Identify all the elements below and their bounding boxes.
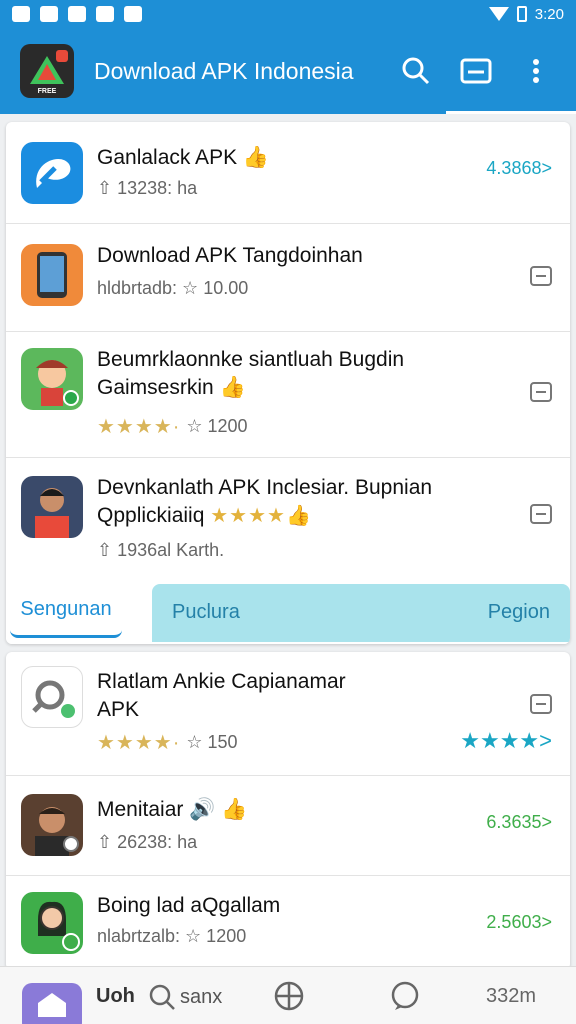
app-rating: 4.3868> xyxy=(486,158,552,178)
notification-icon xyxy=(96,6,114,22)
app-meta: ★★★★· ☆ 150 xyxy=(97,730,238,755)
app-rating: 6.3635> xyxy=(486,812,552,832)
app-subtitle: APK xyxy=(97,698,140,721)
status-time: 3:20 xyxy=(534,5,564,23)
home-button[interactable] xyxy=(22,983,82,1024)
status-bar: 3:20 xyxy=(0,0,576,28)
nav-item-label: sanx xyxy=(180,985,223,1008)
app-meta: ⇧ 26238: ha xyxy=(97,832,198,852)
details-button[interactable] xyxy=(530,382,552,402)
list-item[interactable]: Menitaiar 🔊 👍 ⇧ 26238: ha 6.3635> xyxy=(6,776,570,876)
app-meta: ⇧ 13238: ha xyxy=(97,178,198,198)
more-vert-icon xyxy=(533,59,539,83)
app-list-card: Ganlalack APK 👍 ⇧ 13238: ha 4.3868> Down… xyxy=(6,122,570,644)
app-icon xyxy=(21,892,83,954)
app-icon xyxy=(21,476,83,538)
app-meta: ⇧ 1936al Karth. xyxy=(97,540,225,560)
nav-item-chat[interactable] xyxy=(390,981,420,1011)
details-icon xyxy=(530,266,552,286)
app-icon xyxy=(21,142,83,204)
tab-sengunan[interactable]: Sengunan xyxy=(10,584,122,638)
rating-stars: ★★★★· xyxy=(97,416,181,438)
wifi-icon xyxy=(488,7,509,21)
search-button[interactable] xyxy=(396,51,436,91)
nav-item-search[interactable]: sanx xyxy=(148,983,222,1011)
details-button[interactable] xyxy=(530,266,552,286)
list-item[interactable]: Devnkanlath APK Inclesiar. Bupnian Qppli… xyxy=(6,458,570,580)
app-bar: FREE Download APK Indonesia xyxy=(0,28,576,114)
tab-puclura[interactable]: Puclura xyxy=(172,601,240,624)
app-logo[interactable]: FREE xyxy=(20,44,74,98)
tab-group[interactable]: Puclura Pegion xyxy=(152,584,570,642)
nav-item-explore[interactable] xyxy=(274,981,304,1011)
battery-icon xyxy=(516,6,527,22)
app-subtitle: Gaimsesrkin 👍 xyxy=(97,376,246,399)
app-title: Devnkanlath APK Inclesiar. Bupnian xyxy=(97,476,433,499)
details-icon xyxy=(530,504,552,524)
window-button[interactable] xyxy=(456,51,496,91)
app-title: Download APK Indonesia xyxy=(94,57,354,84)
tab-indicator xyxy=(446,111,576,114)
app-title: Boing lad aQgallam xyxy=(97,894,281,917)
rating-stars: ★★★★> xyxy=(460,728,552,753)
details-icon xyxy=(530,694,552,714)
app-icon xyxy=(21,794,83,856)
app-title: Ganlalack APK 👍 xyxy=(97,146,270,169)
app-rating: 2.5603> xyxy=(486,912,552,932)
app-title: Rlatlam Ankie Capianamar xyxy=(97,670,346,693)
details-button[interactable] xyxy=(530,504,552,524)
notification-icon xyxy=(12,6,30,22)
app-icon xyxy=(21,348,83,410)
notification-icon xyxy=(40,6,58,22)
nav-item-profile[interactable]: 332m xyxy=(486,985,536,1008)
list-item[interactable]: Ganlalack APK 👍 ⇧ 13238: ha 4.3868> xyxy=(6,122,570,224)
search-icon xyxy=(149,984,175,1010)
app-meta: ★★★★· ☆ 1200 xyxy=(97,414,248,439)
list-item[interactable]: Rlatlam Ankie Capianamar APK ★★★★· ☆ 150… xyxy=(6,652,570,776)
list-item[interactable]: Download APK Tangdoinhan hldbrtadb: ☆ 10… xyxy=(6,224,570,332)
rating-stars: ★★★★· xyxy=(97,732,181,754)
download-count: ☆ 1200 xyxy=(186,416,248,436)
app-list-card: Rlatlam Ankie Capianamar APK ★★★★· ☆ 150… xyxy=(6,652,570,970)
app-meta: hldbrtadb: ☆ 10.00 xyxy=(97,278,249,298)
rating-stars: ★★★★👍 xyxy=(210,505,312,527)
details-icon xyxy=(530,382,552,402)
search-icon xyxy=(402,57,430,85)
app-meta: nlabrtzalb: ☆ 1200 xyxy=(97,926,247,946)
tab-pegion[interactable]: Pegion xyxy=(488,601,550,624)
home-icon xyxy=(38,993,66,1017)
app-title: Download APK Tangdoinhan xyxy=(97,244,363,267)
list-item[interactable]: Boing lad aQgallam nlabrtzalb: ☆ 1200 2.… xyxy=(6,876,570,970)
category-tabs: Sengunan Puclura Pegion xyxy=(6,580,570,644)
bottom-nav: Uoh sanx 332m xyxy=(0,966,576,1024)
chat-icon xyxy=(391,981,419,1010)
list-item[interactable]: Beumrklaonnke siantluah Bugdin Gaimsesrk… xyxy=(6,332,570,458)
app-icon xyxy=(21,666,83,728)
download-count: ☆ 150 xyxy=(186,732,238,752)
notification-icon xyxy=(68,6,86,22)
app-title: Beumrklaonnke siantluah Bugdin xyxy=(97,348,405,371)
details-button[interactable] xyxy=(530,694,552,714)
app-subtitle: Qpplickiaiiq ★★★★👍 xyxy=(97,504,312,527)
more-button[interactable] xyxy=(516,51,556,91)
notification-icon xyxy=(124,6,142,22)
nav-item-home[interactable]: Uoh xyxy=(96,985,135,1008)
window-icon xyxy=(460,58,492,84)
globe-icon xyxy=(274,981,304,1011)
app-title: Menitaiar 🔊 👍 xyxy=(97,798,248,821)
app-icon xyxy=(21,244,83,306)
